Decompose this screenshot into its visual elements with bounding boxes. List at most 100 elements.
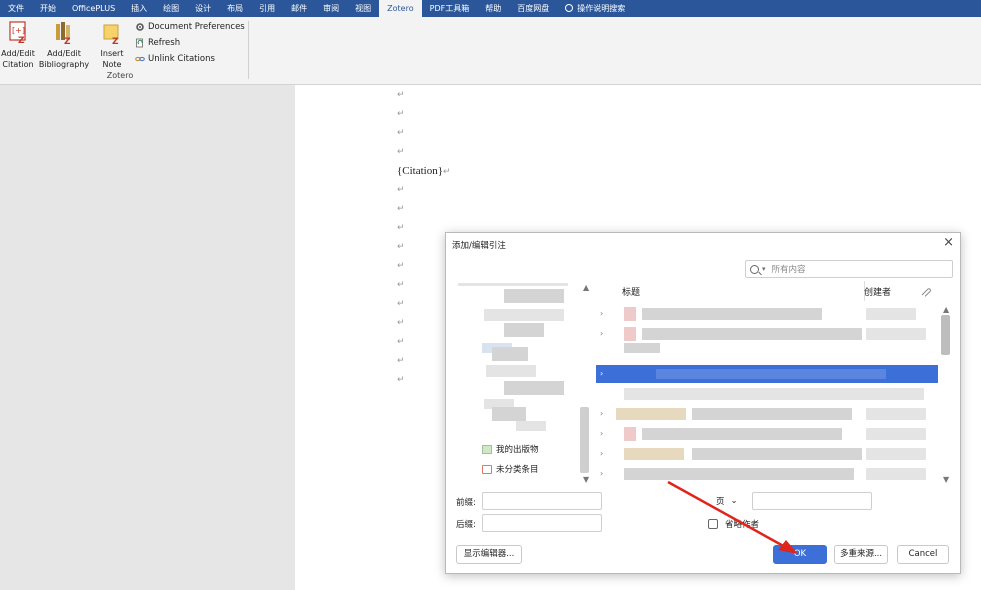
table-row[interactable]: › xyxy=(596,425,938,443)
search-input[interactable]: ▾ 所有内容 xyxy=(745,260,953,278)
chevron-down-icon[interactable]: ▾ xyxy=(762,265,766,273)
tab-layout[interactable]: 布局 xyxy=(219,0,251,17)
insert-note-label-1: Insert xyxy=(100,49,124,58)
scroll-up-icon[interactable]: ▲ xyxy=(943,305,949,314)
blurred-content xyxy=(866,328,926,340)
paragraph-mark: ↵ xyxy=(397,109,405,119)
add-edit-bibliography-button[interactable]: Z Add/Edit Bibliography xyxy=(37,21,91,70)
blurred-content xyxy=(616,408,686,420)
column-header-creator[interactable]: 创建者 xyxy=(864,285,891,298)
paragraph-mark: ↵ xyxy=(397,204,405,214)
tell-me-search[interactable]: 操作说明搜索 xyxy=(557,0,633,17)
locator-select[interactable]: 页 ⌄ xyxy=(716,495,738,507)
table-row-selected[interactable]: › xyxy=(596,365,938,383)
svg-text:Z: Z xyxy=(18,36,25,45)
unlink-citations-button[interactable]: Unlink Citations xyxy=(135,54,215,64)
expand-chevron-icon[interactable]: › xyxy=(600,469,603,478)
omit-author-checkbox[interactable] xyxy=(708,519,718,529)
gear-icon xyxy=(136,23,144,31)
add-edit-bibliography-label-2: Bibliography xyxy=(38,60,90,69)
locator-input[interactable] xyxy=(752,492,872,510)
citation-icon: [+] Z xyxy=(7,21,29,45)
blurred-content xyxy=(642,328,862,340)
expand-chevron-icon[interactable]: › xyxy=(600,369,603,378)
tab-insert[interactable]: 插入 xyxy=(123,0,155,17)
blurred-content xyxy=(692,408,852,420)
svg-text:Z: Z xyxy=(64,37,71,45)
tab-file[interactable]: 文件 xyxy=(0,0,32,17)
suffix-input[interactable] xyxy=(482,514,602,532)
expand-chevron-icon[interactable]: › xyxy=(600,429,603,438)
blurred-content xyxy=(458,283,568,286)
paperclip-icon[interactable] xyxy=(920,287,932,297)
refresh-button[interactable]: Refresh xyxy=(135,38,180,48)
close-icon[interactable]: × xyxy=(943,235,954,250)
tab-view[interactable]: 视图 xyxy=(347,0,379,17)
ribbon-tab-bar: 文件 开始 OfficePLUS 插入 绘图 设计 布局 引用 邮件 审阅 视图… xyxy=(0,0,981,17)
paragraph-mark: ↵ xyxy=(397,318,405,328)
tab-officeplus[interactable]: OfficePLUS xyxy=(64,0,123,17)
table-row[interactable]: › xyxy=(596,445,938,463)
blurred-content xyxy=(484,309,564,321)
ok-button[interactable]: OK xyxy=(773,545,827,564)
items-list[interactable]: 标题 创建者 › › › › › › › ▲ ▼ xyxy=(596,281,954,487)
paragraph-mark: ↵ xyxy=(397,223,405,233)
table-row[interactable] xyxy=(596,343,938,355)
tab-references[interactable]: 引用 xyxy=(251,0,283,17)
library-item-my-publications[interactable]: 我的出版物 xyxy=(482,443,539,455)
tab-mailings[interactable]: 邮件 xyxy=(283,0,315,17)
multiple-sources-button[interactable]: 多重来源... xyxy=(834,545,888,564)
refresh-label: Refresh xyxy=(148,38,181,48)
table-row[interactable]: › xyxy=(596,305,938,323)
expand-chevron-icon[interactable]: › xyxy=(600,409,603,418)
library-item-label: 我的出版物 xyxy=(496,445,539,455)
note-icon: Z xyxy=(101,21,123,45)
blurred-content xyxy=(504,289,564,303)
cancel-button[interactable]: Cancel xyxy=(897,545,949,564)
show-editor-button[interactable]: 显示编辑器... xyxy=(456,545,522,564)
tab-baidu-netdisk[interactable]: 百度网盘 xyxy=(509,0,557,17)
tab-draw[interactable]: 绘图 xyxy=(155,0,187,17)
items-scrollbar[interactable] xyxy=(941,315,950,355)
blurred-content xyxy=(624,307,636,321)
column-header-title[interactable]: 标题 xyxy=(622,285,640,298)
paragraph-mark: ↵ xyxy=(397,299,405,309)
table-row[interactable]: › xyxy=(596,405,938,423)
table-row[interactable] xyxy=(596,385,938,403)
scroll-down-icon[interactable]: ▼ xyxy=(583,475,589,484)
tab-pdf-toolbox[interactable]: PDF工具箱 xyxy=(422,0,478,17)
citation-field[interactable]: {Citation}↵ xyxy=(397,165,451,177)
table-row[interactable]: › xyxy=(596,325,938,343)
prefix-input[interactable] xyxy=(482,492,602,510)
add-edit-citation-button[interactable]: [+] Z Add/Edit Citation xyxy=(0,21,36,70)
document-preferences-button[interactable]: Document Preferences xyxy=(135,22,245,32)
expand-chevron-icon[interactable]: › xyxy=(600,449,603,458)
search-icon xyxy=(750,264,759,274)
unlink-citations-label: Unlink Citations xyxy=(148,54,215,64)
expand-chevron-icon[interactable]: › xyxy=(600,329,603,338)
library-item-unfiled[interactable]: 未分类条目 xyxy=(482,463,539,475)
blurred-content xyxy=(504,323,544,337)
table-row[interactable]: › xyxy=(596,465,938,483)
omit-author-label: 省略作者 xyxy=(725,520,760,530)
library-tree[interactable]: 我的出版物 未分类条目 ▲ ▼ xyxy=(456,279,594,485)
tab-design[interactable]: 设计 xyxy=(187,0,219,17)
scroll-up-icon[interactable]: ▲ xyxy=(583,283,589,292)
library-scrollbar[interactable] xyxy=(580,407,589,473)
dialog-title: 添加/编辑引注 xyxy=(452,241,506,251)
blurred-content xyxy=(624,468,854,480)
paragraph-mark: ↵ xyxy=(397,261,405,271)
paragraph-mark: ↵ xyxy=(397,90,405,100)
tab-help[interactable]: 帮助 xyxy=(477,0,509,17)
locator-select-value: 页 xyxy=(716,497,725,507)
refresh-icon xyxy=(136,38,143,48)
tell-me-label: 操作说明搜索 xyxy=(577,4,626,13)
tab-zotero[interactable]: Zotero xyxy=(379,0,422,17)
chevron-down-icon: ⌄ xyxy=(730,496,738,506)
tab-review[interactable]: 审阅 xyxy=(315,0,347,17)
insert-note-button[interactable]: Z Insert Note xyxy=(96,21,128,70)
blurred-content xyxy=(624,427,636,441)
scroll-down-icon[interactable]: ▼ xyxy=(943,475,949,484)
tab-home[interactable]: 开始 xyxy=(32,0,64,17)
expand-chevron-icon[interactable]: › xyxy=(600,309,603,318)
